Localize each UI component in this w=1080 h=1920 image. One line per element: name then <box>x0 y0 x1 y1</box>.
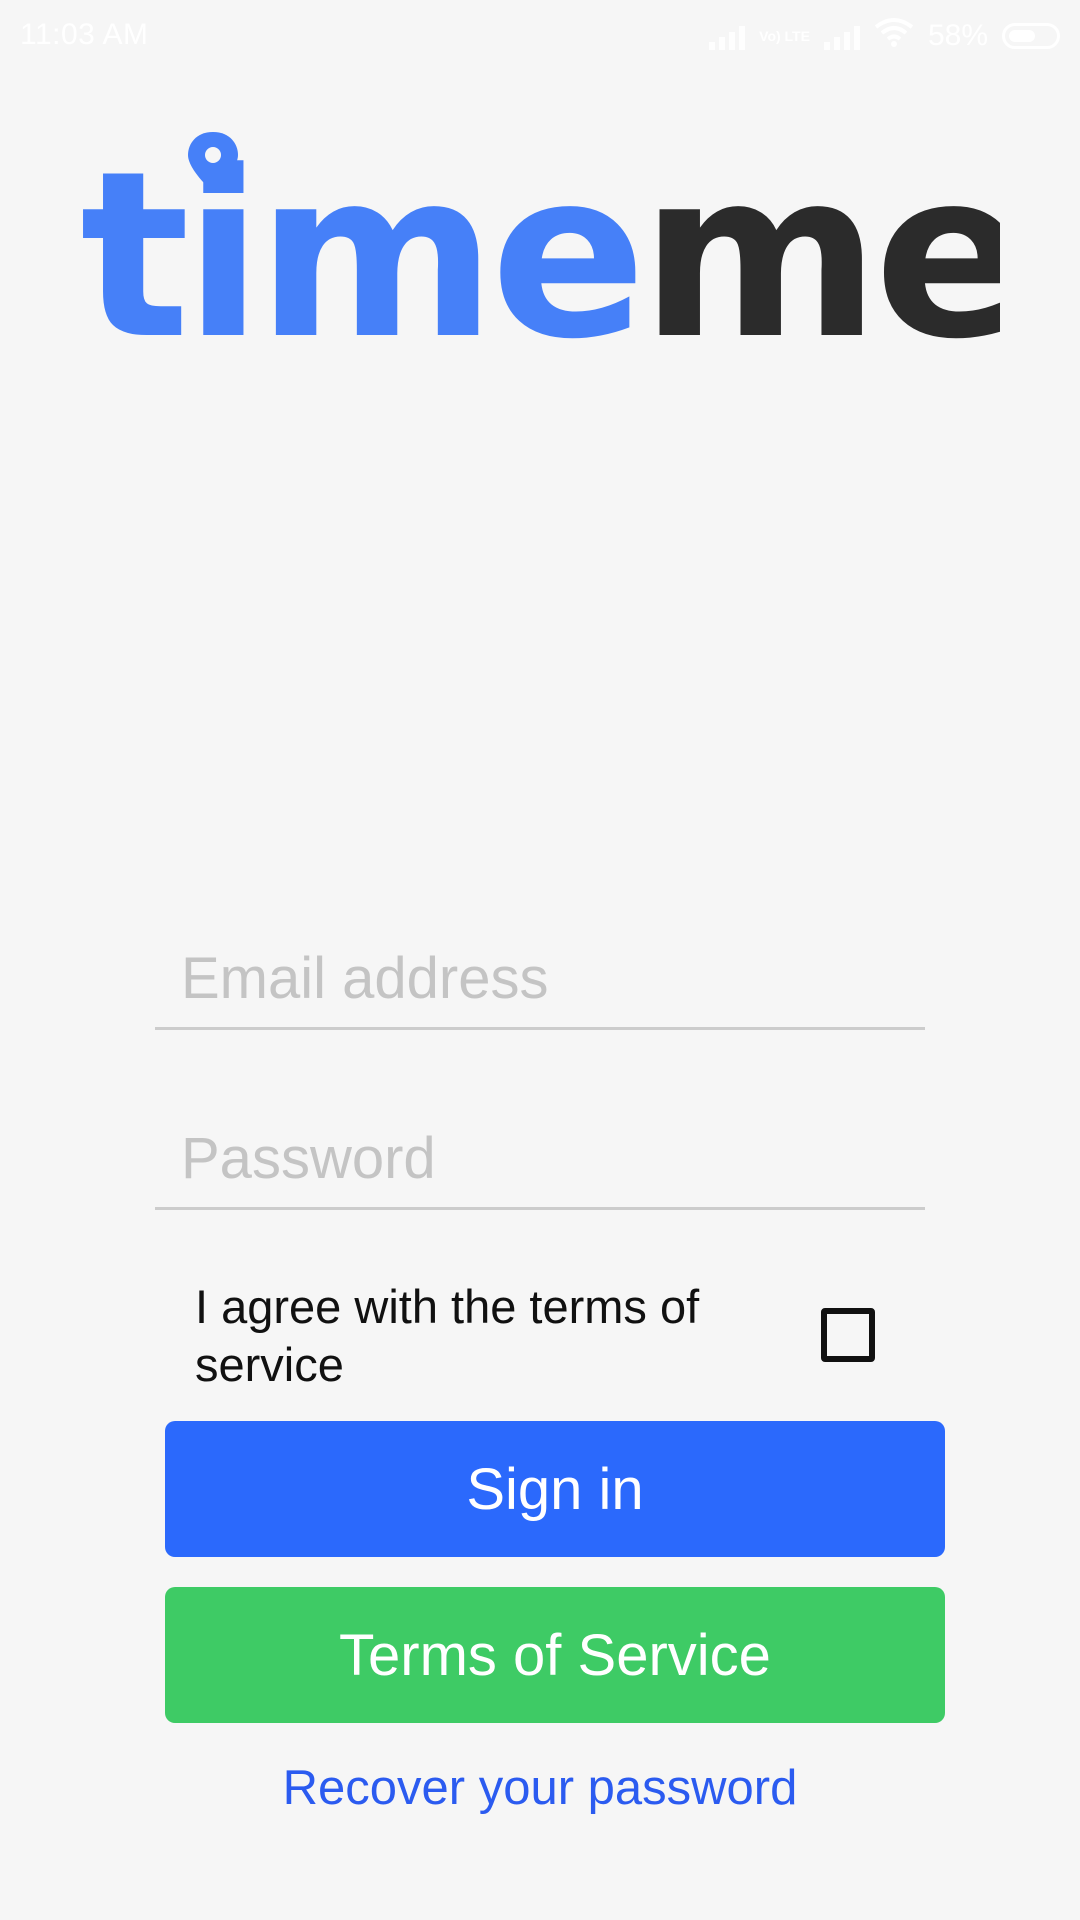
timeme-logo: timeme <box>80 130 1000 350</box>
terms-of-service-button[interactable]: Terms of Service <box>165 1587 945 1723</box>
logo-me-text: me <box>640 130 1000 350</box>
terms-agreement-checkbox[interactable] <box>821 1308 875 1362</box>
status-bar: 11:03 AM Vo) LTE 58% <box>0 0 1080 72</box>
wifi-icon <box>874 17 914 55</box>
status-time: 11:03 AM <box>20 18 149 51</box>
signal-icon-2 <box>823 22 860 50</box>
battery-percent: 58% <box>927 19 988 52</box>
terms-agreement-row: I agree with the terms of service <box>195 1278 895 1391</box>
logo-time-text: time <box>80 130 640 350</box>
signal-icon <box>709 22 746 50</box>
password-field[interactable] <box>155 1110 925 1210</box>
volte-icon: Vo) LTE <box>759 28 810 44</box>
battery-icon <box>1002 23 1060 49</box>
recover-password-link[interactable]: Recover your password <box>0 1760 1080 1816</box>
sign-in-button[interactable]: Sign in <box>165 1421 945 1557</box>
terms-agreement-label: I agree with the terms of service <box>195 1280 700 1391</box>
status-icons: Vo) LTE 58% <box>709 14 1060 58</box>
email-field[interactable] <box>155 930 925 1030</box>
